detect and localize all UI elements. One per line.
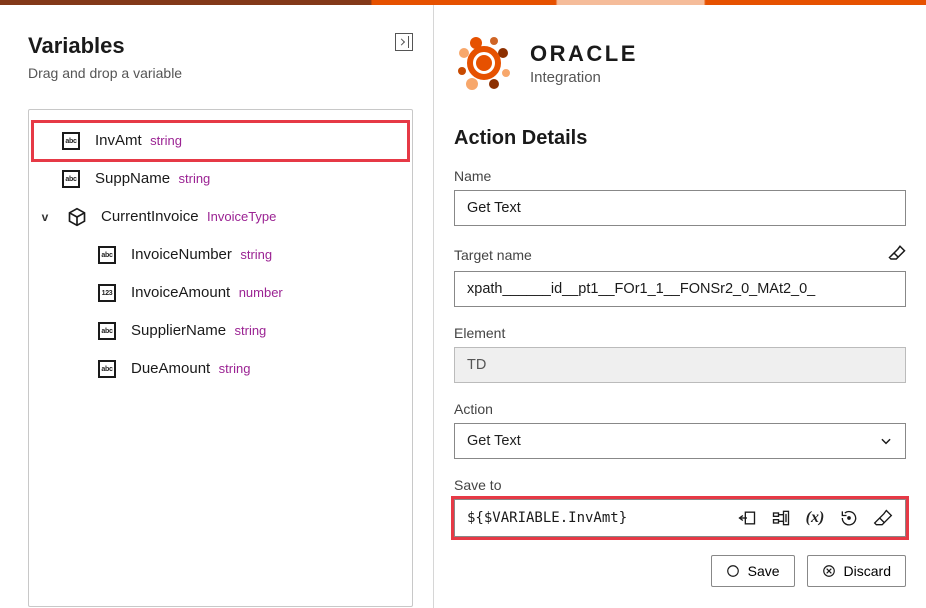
number-type-icon: 123 [97, 283, 117, 303]
variable-invoiceamount[interactable]: 123 InvoiceAmount number [33, 274, 408, 312]
chevron-down-icon [879, 434, 893, 448]
expression-function-icon[interactable]: (x) [805, 508, 825, 528]
variable-name: SupplierName [131, 322, 226, 339]
variable-type: string [219, 361, 251, 376]
clear-target-icon[interactable] [888, 244, 906, 265]
discard-button[interactable]: Discard [807, 555, 906, 587]
variable-dueamount[interactable]: abc DueAmount string [33, 350, 408, 388]
variable-suppname[interactable]: abc SuppName string [33, 160, 408, 198]
discard-button-label: Discard [844, 563, 891, 579]
action-details-panel: ORACLE Integration Action Details Name T… [434, 5, 926, 608]
variable-type: string [240, 247, 272, 262]
action-label: Action [454, 401, 906, 417]
brand-product: Integration [530, 69, 638, 86]
variable-name: InvoiceAmount [131, 284, 230, 301]
variable-invamt[interactable]: abc InvAmt string [33, 122, 408, 160]
variables-tree: abc InvAmt string abc SuppName string v [28, 109, 413, 607]
variable-type: string [179, 171, 211, 186]
variable-currentinvoice[interactable]: v CurrentInvoice InvoiceType [33, 198, 408, 236]
action-select[interactable]: Get Text [454, 423, 906, 459]
refresh-icon[interactable] [839, 508, 859, 528]
target-name-input[interactable] [454, 271, 906, 307]
action-select-value: Get Text [467, 433, 521, 449]
variable-name: DueAmount [131, 360, 210, 377]
string-type-icon: abc [97, 359, 117, 379]
object-type-icon [67, 207, 87, 227]
element-display [454, 347, 906, 383]
save-button[interactable]: Save [711, 555, 795, 587]
variable-name: InvAmt [95, 132, 142, 149]
string-type-icon: abc [97, 245, 117, 265]
variable-name: SuppName [95, 170, 170, 187]
string-type-icon: abc [61, 169, 81, 189]
variable-type: string [235, 323, 267, 338]
name-label: Name [454, 168, 906, 184]
variables-panel: Variables Drag and drop a variable abc I… [0, 5, 434, 608]
collapse-panel-icon[interactable] [395, 33, 413, 51]
saveto-label: Save to [454, 477, 906, 493]
variable-type: InvoiceType [207, 209, 276, 224]
string-type-icon: abc [61, 131, 81, 151]
saveto-input-row[interactable]: ${$VARIABLE.InvAmt} (x) [454, 499, 906, 537]
brand-name: ORACLE [530, 41, 638, 67]
tree-expand-toggle-icon[interactable]: v [37, 210, 53, 224]
target-name-label: Target name [454, 247, 532, 263]
variables-subtitle: Drag and drop a variable [28, 65, 182, 81]
element-label: Element [454, 325, 906, 341]
variables-title: Variables [28, 33, 182, 59]
action-name-input[interactable] [454, 190, 906, 226]
clear-saveto-icon[interactable] [873, 508, 893, 528]
data-mapper-icon[interactable] [771, 508, 791, 528]
variable-suppliername[interactable]: abc SupplierName string [33, 312, 408, 350]
variable-invoicenumber[interactable]: abc InvoiceNumber string [33, 236, 408, 274]
variable-name: CurrentInvoice [101, 208, 199, 225]
insert-variable-icon[interactable] [737, 508, 757, 528]
variable-type: string [150, 133, 182, 148]
brand-header: ORACLE Integration [454, 33, 906, 93]
save-button-label: Save [748, 563, 780, 579]
string-type-icon: abc [97, 321, 117, 341]
saveto-value: ${$VARIABLE.InvAmt} [467, 510, 729, 526]
action-details-heading: Action Details [454, 127, 906, 150]
oracle-integration-logo-icon [454, 33, 514, 93]
variable-name: InvoiceNumber [131, 246, 232, 263]
variable-type: number [239, 285, 283, 300]
